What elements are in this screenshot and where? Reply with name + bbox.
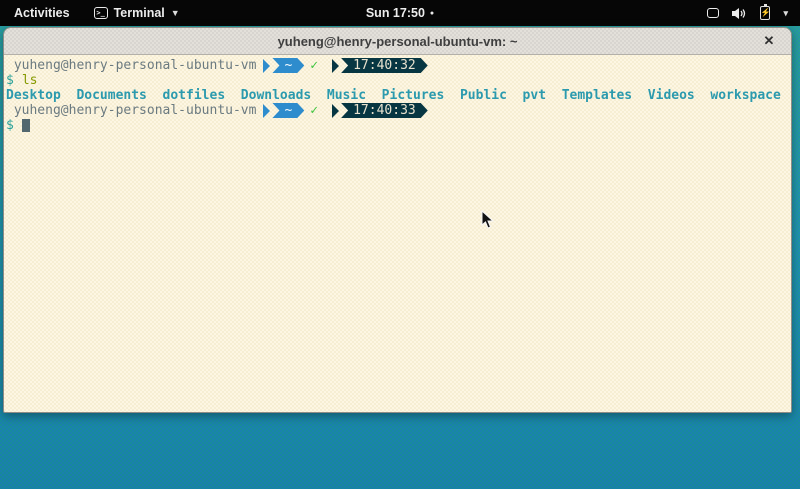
terminal-icon: >_ [94,7,108,19]
mouse-cursor-icon [481,210,495,230]
user-host-text: yuheng@henry-personal-ubuntu-vm [6,103,256,118]
powerline-arrow-icon [263,59,270,73]
chevron-down-icon: ▾ [783,8,788,19]
activities-button[interactable]: Activities [0,0,84,26]
display-icon [707,8,719,18]
app-menu-label: Terminal [114,6,165,20]
prompt-symbol: $ [6,118,14,133]
terminal-body[interactable]: yuheng@henry-personal-ubuntu-vm ~ ✓ 17:4… [4,55,791,412]
powerline-arrow-icon [332,104,339,118]
command-line-2: $ [6,118,791,133]
window-titlebar[interactable]: yuheng@henry-personal-ubuntu-vm: ~ ✕ [4,28,791,55]
system-menu[interactable]: ⚡ ▾ [695,0,800,26]
terminal-window: yuheng@henry-personal-ubuntu-vm: ~ ✕ yuh… [3,27,792,413]
clock[interactable]: Sun 17:50 [366,6,425,20]
ls-output-line: Desktop Documents dotfiles Downloads Mus… [6,88,791,103]
lightning-bolt-icon: ⚡ [760,9,770,17]
powerline-arrow-icon [263,104,270,118]
user-host-text: yuheng@henry-personal-ubuntu-vm [6,58,256,73]
top-bar: Activities >_ Terminal ▼ Sun 17:50 ● ⚡ ▾ [0,0,800,26]
terminal-cursor [22,119,30,132]
chevron-down-icon: ▼ [171,8,180,18]
cwd-segment: ~ [272,58,304,73]
window-title: yuheng@henry-personal-ubuntu-vm: ~ [278,34,518,49]
cwd-segment: ~ [272,103,304,118]
time-segment: 17:40:33 [341,103,428,118]
notification-dot-icon: ● [430,10,434,17]
status-check-icon: ✓ [310,103,318,118]
time-segment: 17:40:32 [341,58,428,73]
volume-icon [732,7,747,20]
app-menu-terminal[interactable]: >_ Terminal ▼ [84,0,190,26]
command-text: ls [22,73,38,88]
powerline-arrow-icon [332,59,339,73]
prompt-line-1: yuheng@henry-personal-ubuntu-vm ~ ✓ 17:4… [6,58,791,73]
battery-charging-icon: ⚡ [760,6,770,20]
prompt-symbol: $ [6,73,14,88]
prompt-line-2: yuheng@henry-personal-ubuntu-vm ~ ✓ 17:4… [6,103,791,118]
status-check-icon: ✓ [310,58,318,73]
command-line-1: $ ls [6,73,791,88]
close-button[interactable]: ✕ [759,28,779,54]
